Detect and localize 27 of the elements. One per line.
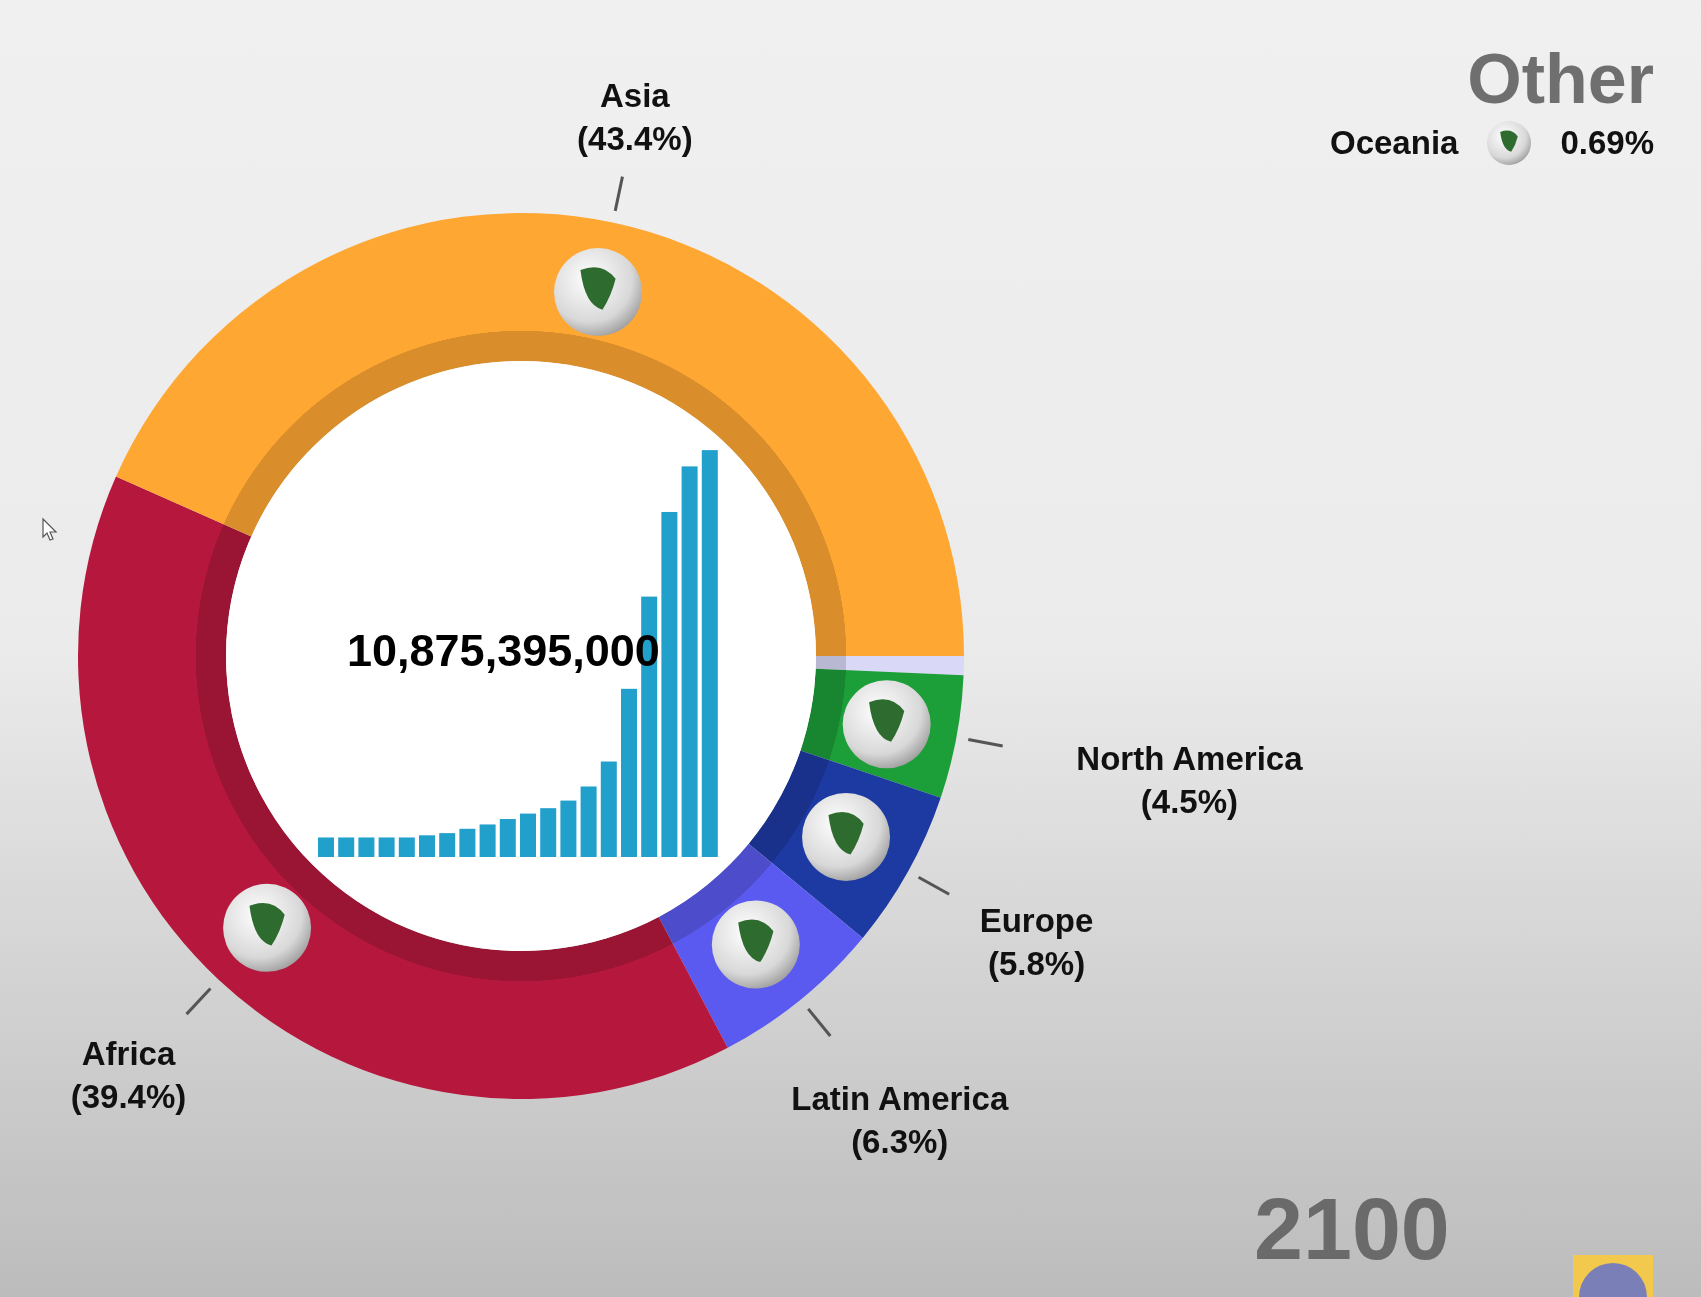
slice-label: Europe: [979, 901, 1094, 941]
slice-label: North America: [1076, 738, 1303, 779]
other-title: Other: [1467, 44, 1654, 114]
slice-label: Africa: [81, 1034, 176, 1075]
avatar-icon: [1573, 1255, 1653, 1297]
slice-label: Asia: [600, 76, 670, 116]
slice-percent: (43.4%): [577, 118, 693, 159]
globe-icon: [554, 248, 643, 337]
globe-icon: [842, 680, 931, 769]
leader-line: [917, 875, 950, 896]
leader-line: [968, 738, 1003, 748]
globe-icon: [802, 792, 891, 881]
cursor-icon: [42, 517, 58, 541]
slice-label: Latin America: [791, 1079, 1009, 1120]
region-share: 0.69%: [1560, 123, 1654, 163]
slice-percent: (5.8%): [987, 943, 1086, 984]
leader-line: [613, 176, 624, 212]
leader-line: [807, 1007, 832, 1037]
leader-line: [185, 987, 212, 1016]
region-name: Oceania: [1330, 123, 1459, 163]
globe-icon: [223, 883, 312, 972]
year-label: 2100: [1254, 1185, 1450, 1273]
slice-percent: (4.5%): [1140, 781, 1239, 822]
globe-icon: [711, 900, 800, 989]
slice-percent: (39.4%): [70, 1077, 187, 1118]
slice-percent: (6.3%): [851, 1122, 949, 1163]
globe-icon: [1487, 120, 1532, 165]
